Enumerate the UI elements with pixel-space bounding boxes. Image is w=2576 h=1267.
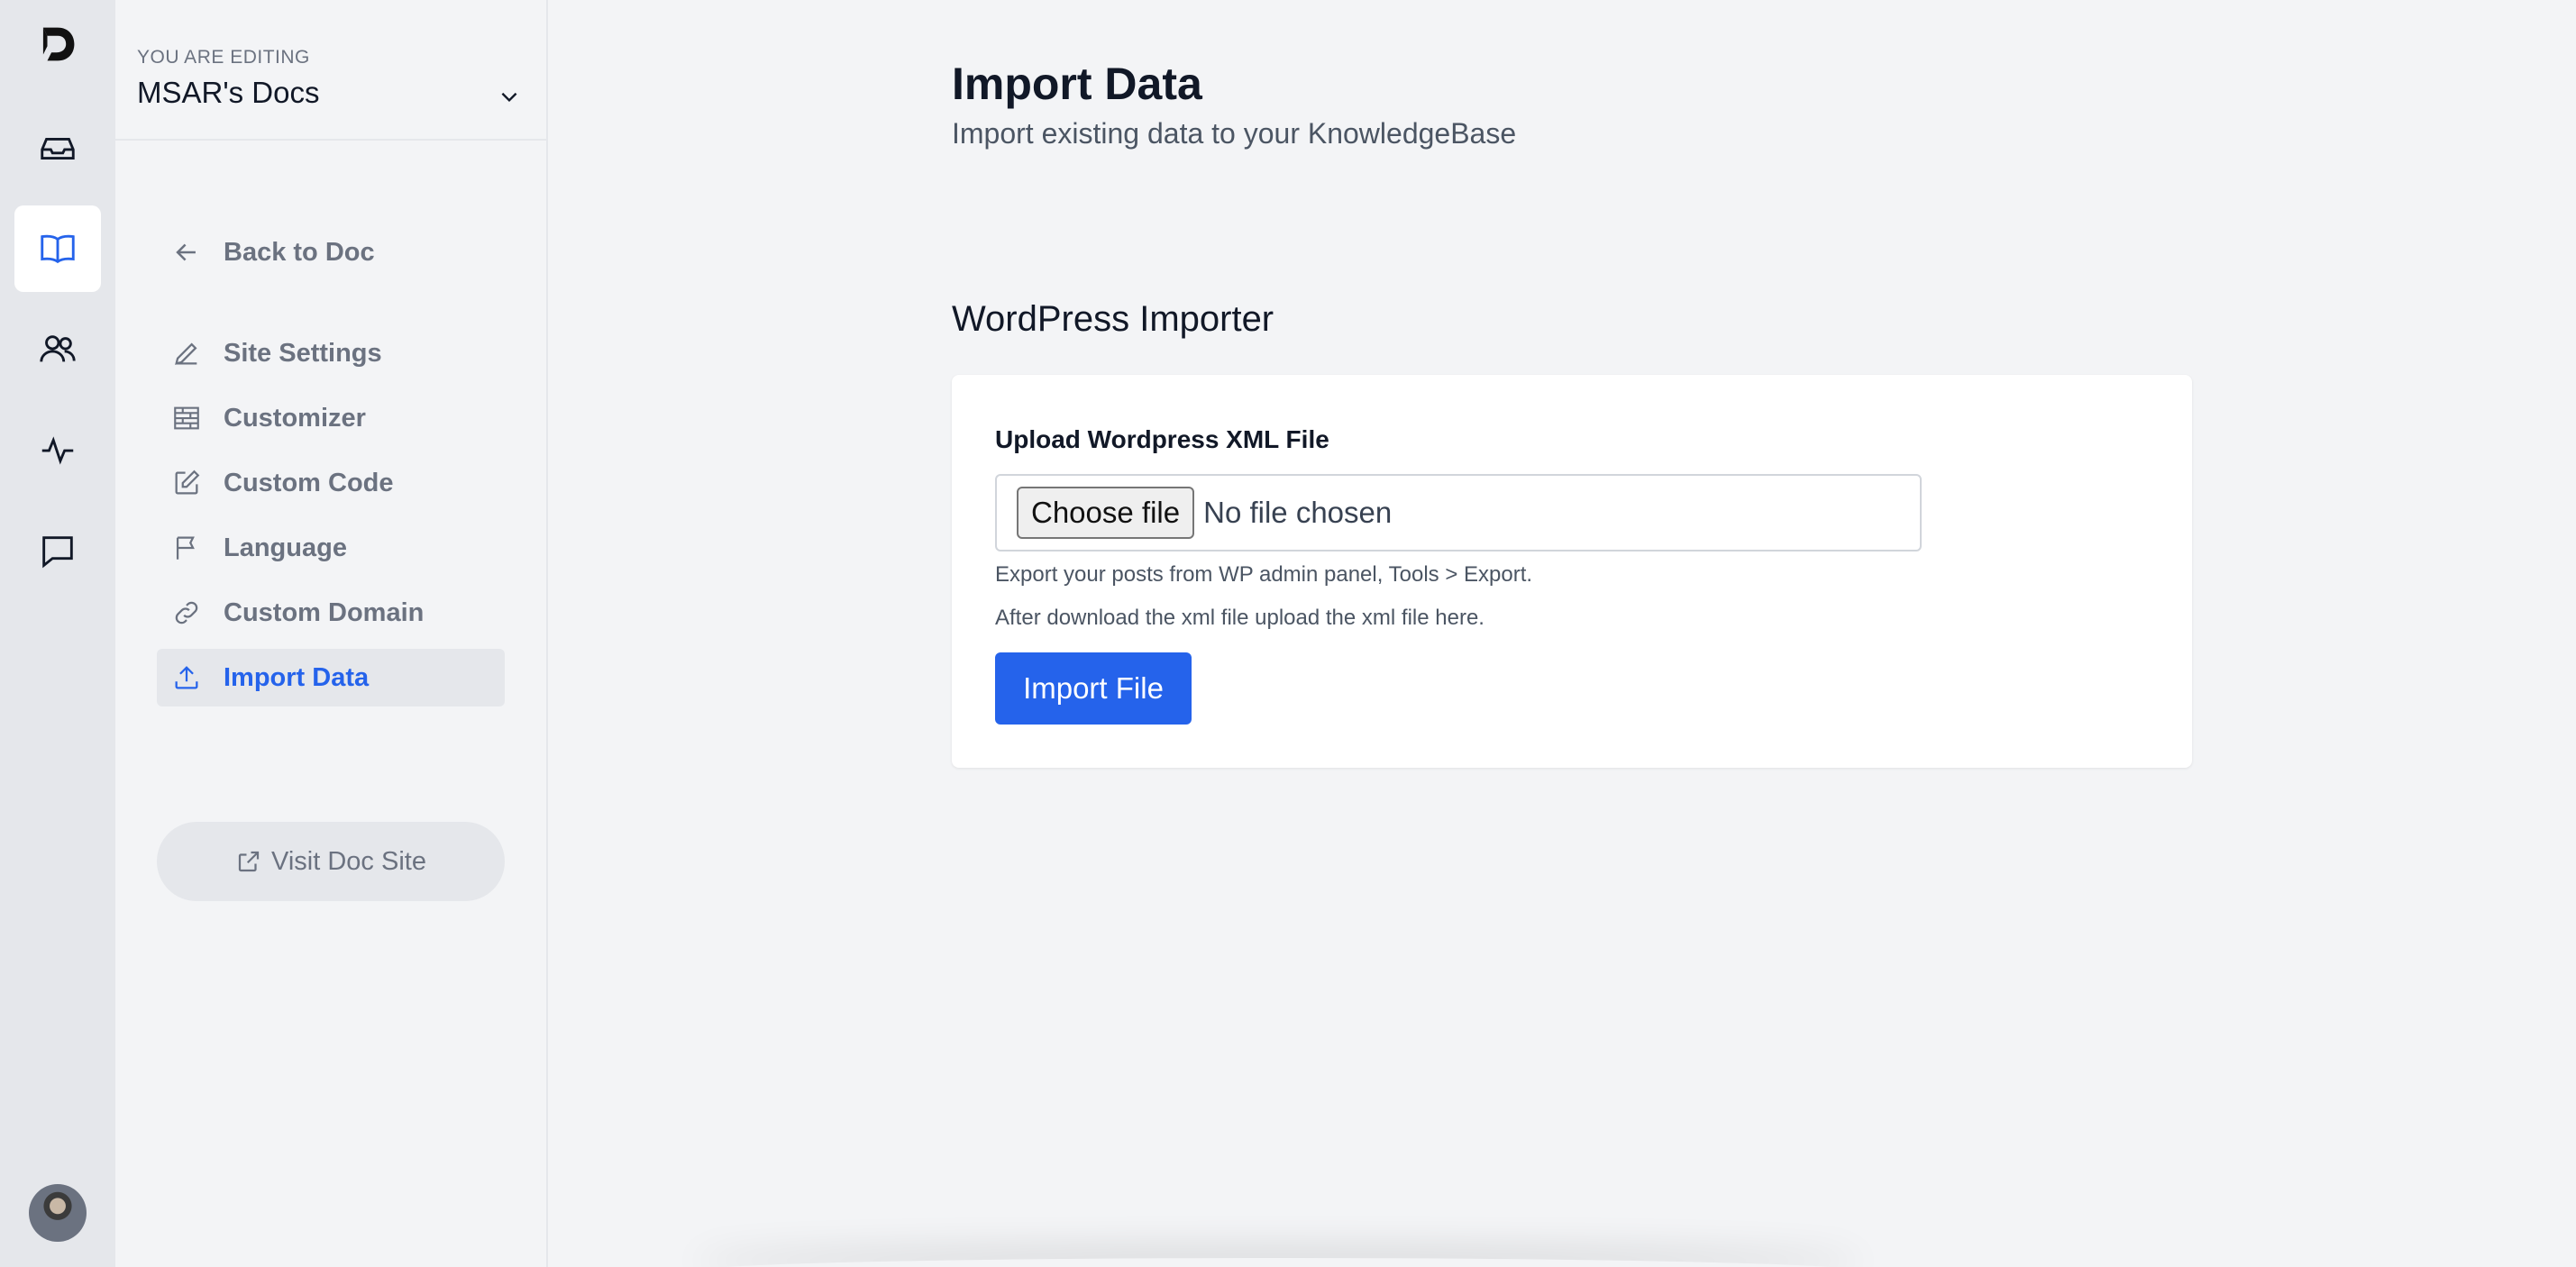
arrow-left-icon xyxy=(176,243,196,261)
page-subtitle: Import existing data to your KnowledgeBa… xyxy=(952,117,1517,150)
menu-item-site-settings[interactable]: Site Settings xyxy=(157,324,505,382)
users-icon xyxy=(40,335,76,362)
rail-docs-button[interactable] xyxy=(14,205,101,292)
pencil-icon xyxy=(175,342,197,365)
workspace-name: MSAR's Docs xyxy=(137,76,320,109)
logo-icon xyxy=(42,27,75,61)
chat-icon xyxy=(42,536,73,569)
back-to-doc-label: Back to Doc xyxy=(224,237,375,267)
icon-rail xyxy=(0,0,115,1267)
upload-icon xyxy=(175,666,198,689)
menu-item-label: Customizer xyxy=(224,403,366,433)
back-to-doc-link[interactable]: Back to Doc xyxy=(157,223,505,281)
menu-item-label: Site Settings xyxy=(224,338,382,368)
menu-item-language[interactable]: Language xyxy=(157,519,505,577)
external-link-icon xyxy=(238,851,260,872)
importer-card: Upload Wordpress XML File Choose file No… xyxy=(952,375,2192,768)
menu-item-label: Custom Domain xyxy=(224,597,425,627)
menu-item-custom-domain[interactable]: Custom Domain xyxy=(157,584,505,642)
menu-item-label: Import Data xyxy=(224,662,370,692)
hint-text: Export your posts from WP admin panel, T… xyxy=(995,562,1533,587)
visit-doc-site-label: Visit Doc Site xyxy=(271,846,426,876)
link-icon xyxy=(175,601,198,624)
bottom-shadow xyxy=(692,1258,1864,1267)
book-icon xyxy=(41,234,75,264)
workspace-switcher[interactable]: YOU ARE EDITING MSAR's Docs xyxy=(115,0,546,141)
upload-label: Upload Wordpress XML File xyxy=(995,425,1329,453)
choose-file-button[interactable]: Choose file xyxy=(1017,487,1195,539)
settings-sidebar: YOU ARE EDITING MSAR's Docs Back to Doc … xyxy=(115,0,548,1267)
activity-icon xyxy=(41,436,74,465)
chevron-down-icon xyxy=(501,92,517,103)
avatar[interactable] xyxy=(29,1184,87,1242)
menu-item-custom-code[interactable]: Custom Code xyxy=(157,454,505,512)
import-file-button[interactable]: Import File xyxy=(995,652,1192,725)
menu-item-label: Language xyxy=(224,533,347,562)
page-title: Import Data xyxy=(952,59,1202,109)
rail-users-button[interactable] xyxy=(14,306,101,393)
edit-icon xyxy=(175,469,200,495)
file-input[interactable]: Choose file No file chosen xyxy=(995,474,1922,551)
app-logo[interactable] xyxy=(33,20,82,68)
hint-text: After download the xml file upload the x… xyxy=(995,606,1484,630)
section-title: WordPress Importer xyxy=(952,299,1274,339)
flag-icon xyxy=(176,536,195,560)
brick-icon xyxy=(174,406,199,430)
main-content: Import Data Import existing data to your… xyxy=(548,0,2576,1267)
settings-menu: Back to Doc Site Settings Customizer Cus… xyxy=(115,141,546,706)
visit-doc-site-button[interactable]: Visit Doc Site xyxy=(157,822,505,901)
rail-activity-button[interactable] xyxy=(14,407,101,494)
menu-item-import-data[interactable]: Import Data xyxy=(157,649,505,706)
rail-inbox-button[interactable] xyxy=(14,105,101,191)
menu-item-label: Custom Code xyxy=(224,468,394,497)
menu-item-customizer[interactable]: Customizer xyxy=(157,389,505,447)
inbox-icon xyxy=(41,137,75,160)
rail-chat-button[interactable] xyxy=(14,508,101,595)
file-status: No file chosen xyxy=(1203,496,1393,529)
workspace-eyebrow: YOU ARE EDITING xyxy=(137,47,310,68)
